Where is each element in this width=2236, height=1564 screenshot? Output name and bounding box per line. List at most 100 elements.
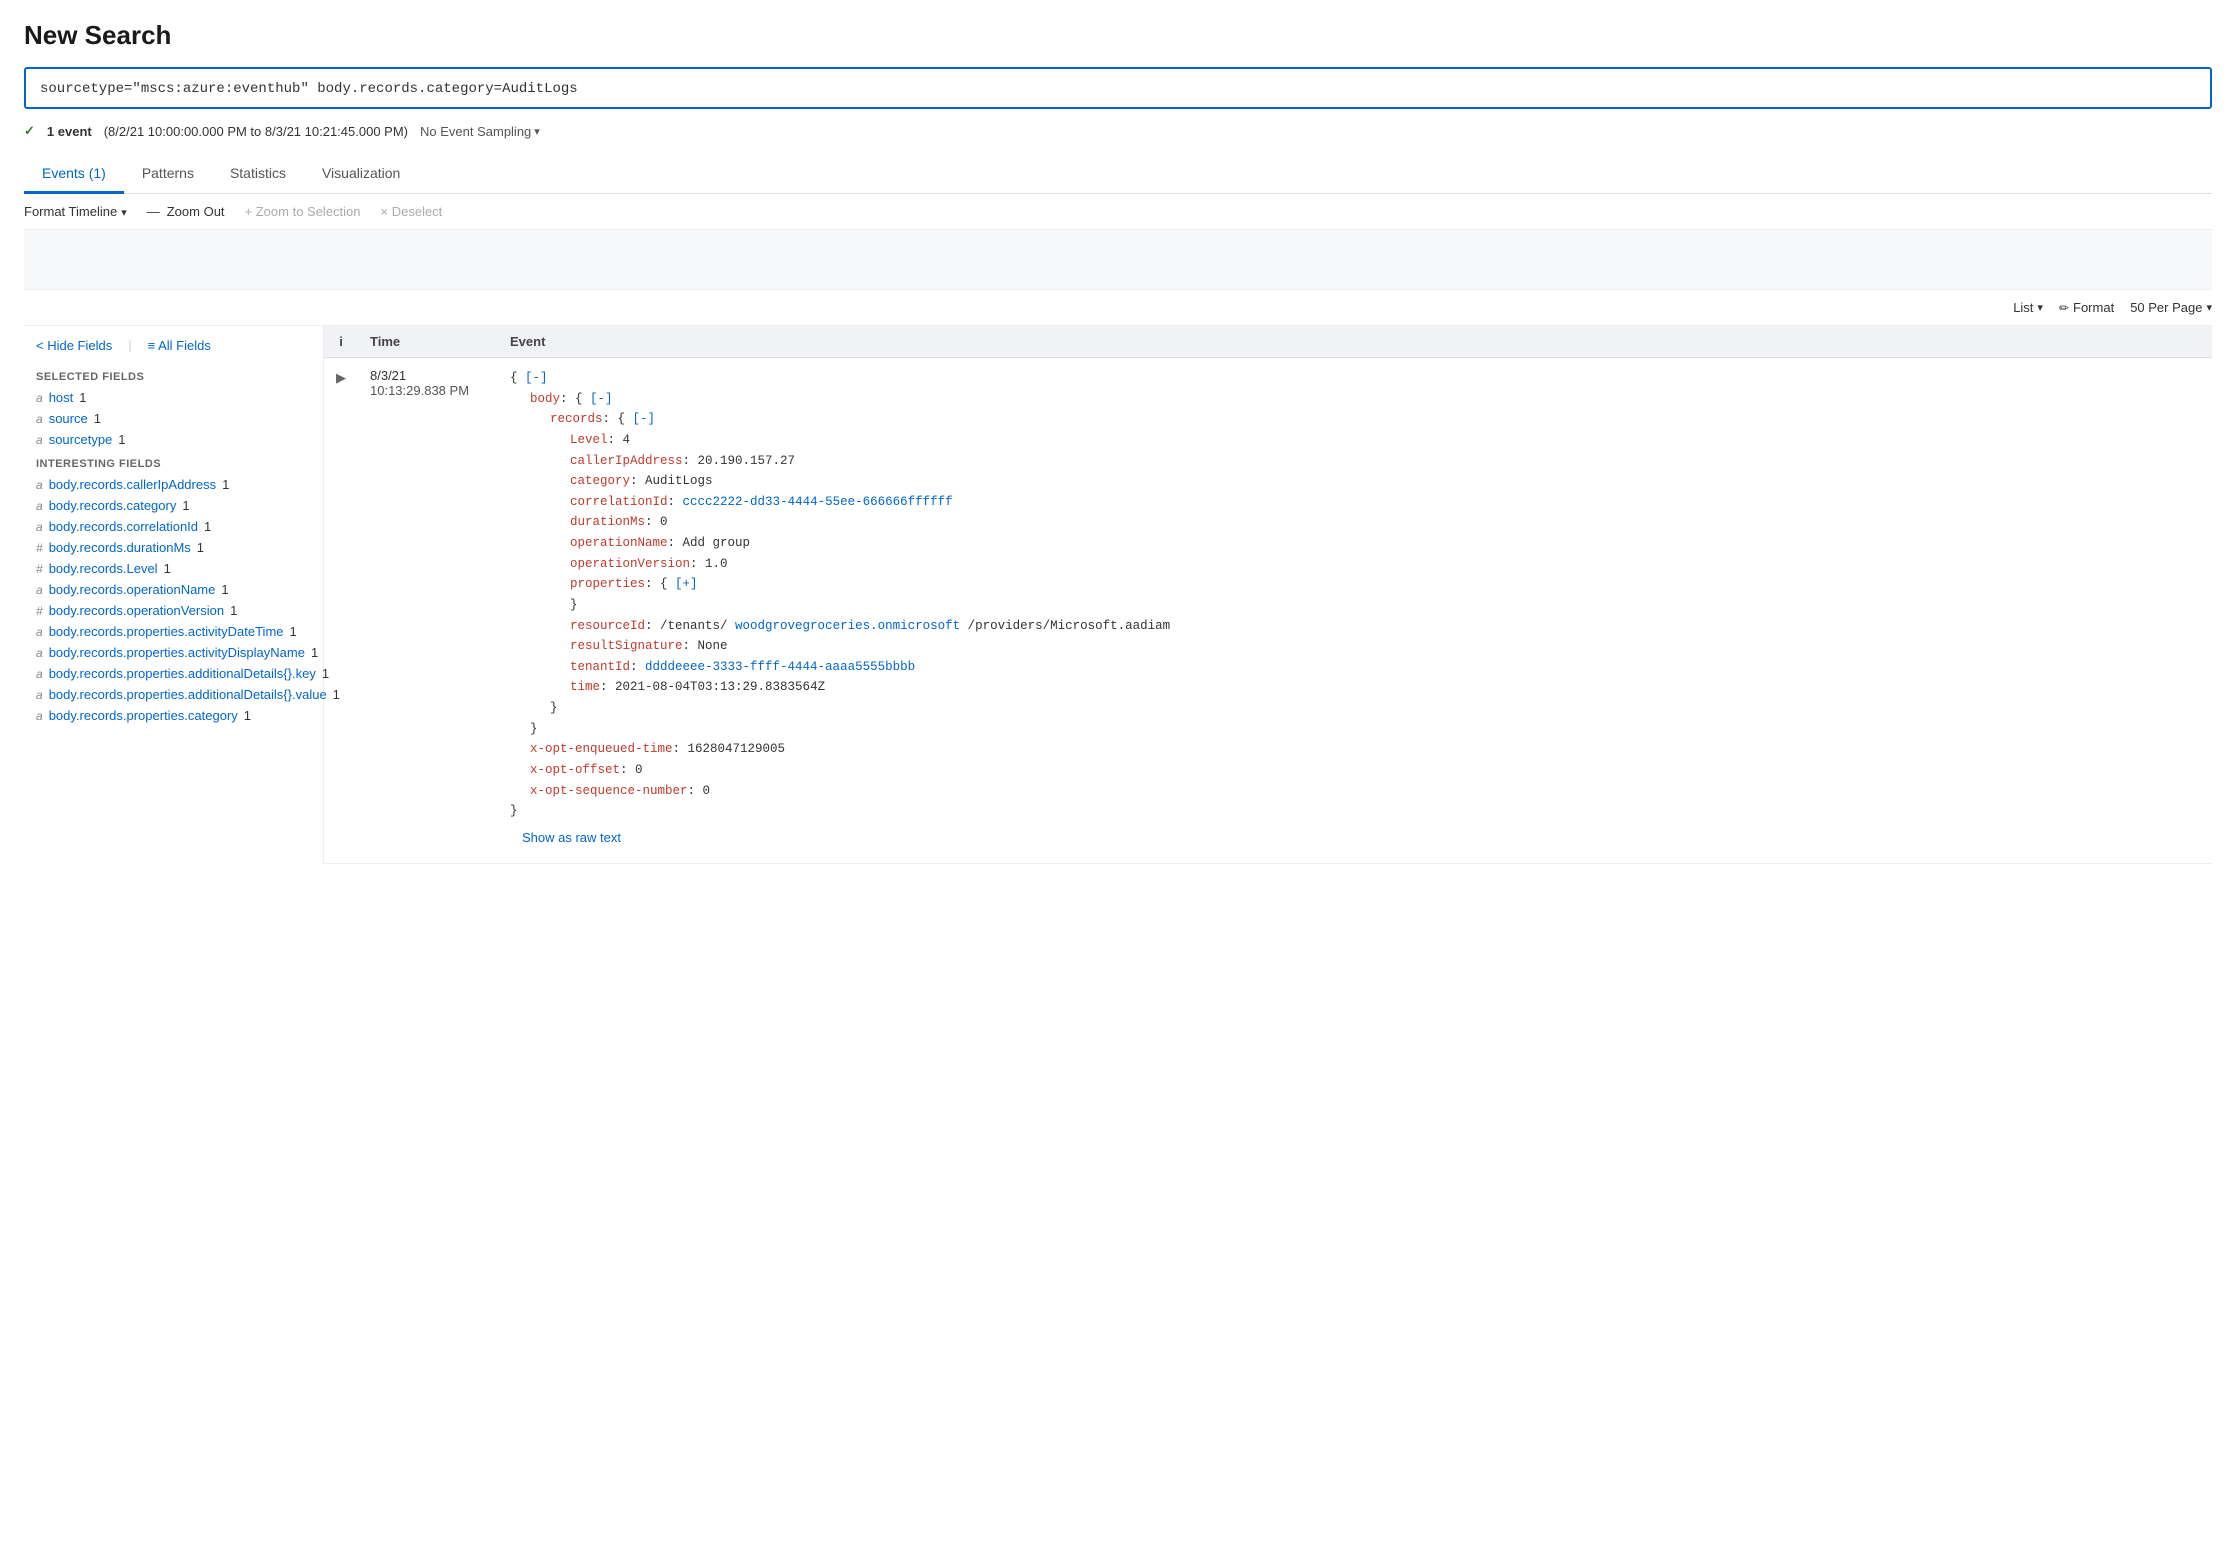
table-header-row: i Time Event bbox=[324, 326, 2212, 358]
ev-records-key: records: { [-] bbox=[550, 409, 2200, 430]
timeline-bar: Format Timeline Zoom Out + Zoom to Selec… bbox=[24, 194, 2212, 230]
ev-tenantid: tenantId: ddddeeee-3333-ffff-4444-aaaa55… bbox=[570, 657, 2200, 678]
ev-category: category: AuditLogs bbox=[570, 471, 2200, 492]
event-count: 1 event bbox=[47, 124, 92, 139]
per-page-label: 50 Per Page bbox=[2130, 300, 2202, 315]
ev-collapse-body[interactable]: [-] bbox=[590, 392, 613, 406]
sidebar-field-level: # body.records.Level 1 bbox=[24, 558, 323, 579]
sidebar-field-opname: a body.records.operationName 1 bbox=[24, 579, 323, 600]
field-name-prop-category[interactable]: body.records.properties.category bbox=[49, 708, 238, 723]
field-name-source[interactable]: source bbox=[49, 411, 88, 426]
ev-collapse-records[interactable]: [-] bbox=[633, 412, 656, 426]
all-fields-button[interactable]: ≡ All Fields bbox=[148, 338, 211, 353]
sidebar-field-source: a source 1 bbox=[24, 408, 323, 429]
field-type-durationms: # bbox=[36, 541, 43, 555]
ev-root-close: } bbox=[510, 804, 518, 818]
field-name-sourcetype[interactable]: sourcetype bbox=[49, 432, 113, 447]
ev-properties: properties: { [+] bbox=[570, 574, 2200, 595]
ev-resourceid: resourceId: /tenants/ woodgrovegroceries… bbox=[570, 616, 2200, 637]
event-time: 10:13:29.838 PM bbox=[370, 383, 486, 398]
field-name-level[interactable]: body.records.Level bbox=[49, 561, 158, 576]
format-button[interactable]: Format bbox=[2059, 300, 2114, 315]
field-type-sourcetype: a bbox=[36, 433, 43, 447]
sidebar-field-callerip: a body.records.callerIpAddress 1 bbox=[24, 474, 323, 495]
field-type-addldetails-key: a bbox=[36, 667, 43, 681]
field-name-activitydisplay[interactable]: body.records.properties.activityDisplayN… bbox=[49, 645, 305, 660]
event-date: 8/3/21 bbox=[370, 368, 486, 383]
ev-correlationid-value[interactable]: cccc2222-dd33-4444-55ee-666666ffffff bbox=[683, 495, 953, 509]
field-type-opname: a bbox=[36, 583, 43, 597]
result-summary: ✓ 1 event (8/2/21 10:00:00.000 PM to 8/3… bbox=[24, 123, 2212, 139]
show-raw-button[interactable]: Show as raw text bbox=[510, 822, 2200, 853]
tab-patterns[interactable]: Patterns bbox=[124, 155, 212, 194]
zoom-out-label: Zoom Out bbox=[167, 204, 225, 219]
ev-durationms: durationMs: 0 bbox=[570, 512, 2200, 533]
sidebar-field-prop-category: a body.records.properties.category 1 bbox=[24, 705, 323, 726]
field-count-callerip: 1 bbox=[222, 477, 229, 492]
sampling-button[interactable]: No Event Sampling bbox=[420, 124, 540, 139]
field-type-source: a bbox=[36, 412, 43, 426]
hide-fields-button[interactable]: < Hide Fields bbox=[36, 338, 112, 353]
sidebar-field-sourcetype: a sourcetype 1 bbox=[24, 429, 323, 450]
toolbar: List Format 50 Per Page bbox=[24, 290, 2212, 326]
sidebar-divider: | bbox=[128, 338, 131, 353]
field-type-activitydate: a bbox=[36, 625, 43, 639]
ev-body-close: } bbox=[530, 719, 2200, 740]
time-range: (8/2/21 10:00:00.000 PM to 8/3/21 10:21:… bbox=[104, 124, 408, 139]
field-name-addldetails-key[interactable]: body.records.properties.additionalDetail… bbox=[49, 666, 316, 681]
tab-events[interactable]: Events (1) bbox=[24, 155, 124, 194]
field-type-level: # bbox=[36, 562, 43, 576]
field-count-category: 1 bbox=[182, 498, 189, 513]
field-name-opversion[interactable]: body.records.operationVersion bbox=[49, 603, 224, 618]
col-header-info: i bbox=[324, 326, 358, 358]
row-time: 8/3/21 10:13:29.838 PM bbox=[358, 358, 498, 864]
ev-expand-properties[interactable]: [+] bbox=[675, 577, 698, 591]
ev-resourceid-link[interactable]: woodgrovegroceries.onmicrosoft bbox=[735, 619, 960, 633]
pencil-icon bbox=[2059, 300, 2069, 315]
field-name-callerip[interactable]: body.records.callerIpAddress bbox=[49, 477, 216, 492]
zoom-selection-button[interactable]: + Zoom to Selection bbox=[245, 204, 361, 219]
interesting-fields-title: INTERESTING FIELDS bbox=[24, 450, 323, 474]
field-name-host[interactable]: host bbox=[49, 390, 74, 405]
ev-collapse-root[interactable]: [-] bbox=[525, 371, 548, 385]
ev-correlationid: correlationId: cccc2222-dd33-4444-55ee-6… bbox=[570, 492, 2200, 513]
ev-xopt-seqnum: x-opt-sequence-number: 0 bbox=[530, 781, 2200, 802]
main-content: < Hide Fields | ≡ All Fields SELECTED FI… bbox=[24, 326, 2212, 864]
sidebar-field-category: a body.records.category 1 bbox=[24, 495, 323, 516]
field-type-correlationid: a bbox=[36, 520, 43, 534]
ev-callerip: callerIpAddress: 20.190.157.27 bbox=[570, 451, 2200, 472]
sidebar-header: < Hide Fields | ≡ All Fields bbox=[24, 338, 323, 363]
zoom-out-button[interactable]: Zoom Out bbox=[147, 204, 225, 219]
deselect-button[interactable]: × Deselect bbox=[381, 204, 443, 219]
ev-xopt-offset: x-opt-offset: 0 bbox=[530, 760, 2200, 781]
deselect-label: × Deselect bbox=[381, 204, 443, 219]
field-name-durationms[interactable]: body.records.durationMs bbox=[49, 540, 191, 555]
sidebar-field-addldetails-value: a body.records.properties.additionalDeta… bbox=[24, 684, 323, 705]
ev-opversion: operationVersion: 1.0 bbox=[570, 554, 2200, 575]
field-name-addldetails-value[interactable]: body.records.properties.additionalDetail… bbox=[49, 687, 327, 702]
col-header-event: Event bbox=[498, 326, 2212, 358]
ev-records-close: } bbox=[550, 698, 2200, 719]
col-header-time: Time bbox=[358, 326, 498, 358]
field-name-category[interactable]: body.records.category bbox=[49, 498, 177, 513]
field-count-source: 1 bbox=[94, 411, 101, 426]
row-expand-arrow[interactable]: ▶ bbox=[324, 358, 358, 864]
format-timeline-button[interactable]: Format Timeline bbox=[24, 204, 127, 219]
field-type-prop-category: a bbox=[36, 709, 43, 723]
field-type-host: a bbox=[36, 391, 43, 405]
tab-visualization[interactable]: Visualization bbox=[304, 155, 418, 194]
list-button[interactable]: List bbox=[2013, 300, 2043, 315]
tab-statistics[interactable]: Statistics bbox=[212, 155, 304, 194]
field-count-host: 1 bbox=[79, 390, 86, 405]
ev-tenantid-value[interactable]: ddddeeee-3333-ffff-4444-aaaa5555bbbb bbox=[645, 660, 915, 674]
field-name-activitydate[interactable]: body.records.properties.activityDateTime bbox=[49, 624, 284, 639]
format-timeline-label: Format Timeline bbox=[24, 204, 117, 219]
sidebar-field-activitydate: a body.records.properties.activityDateTi… bbox=[24, 621, 323, 642]
per-page-button[interactable]: 50 Per Page bbox=[2130, 300, 2212, 315]
search-input[interactable] bbox=[40, 81, 2196, 97]
field-name-opname[interactable]: body.records.operationName bbox=[49, 582, 216, 597]
page-container: New Search ✓ 1 event (8/2/21 10:00:00.00… bbox=[0, 0, 2236, 884]
search-bar-container bbox=[24, 67, 2212, 109]
field-name-correlationid[interactable]: body.records.correlationId bbox=[49, 519, 198, 534]
ev-time: time: 2021-08-04T03:13:29.8383564Z bbox=[570, 677, 2200, 698]
